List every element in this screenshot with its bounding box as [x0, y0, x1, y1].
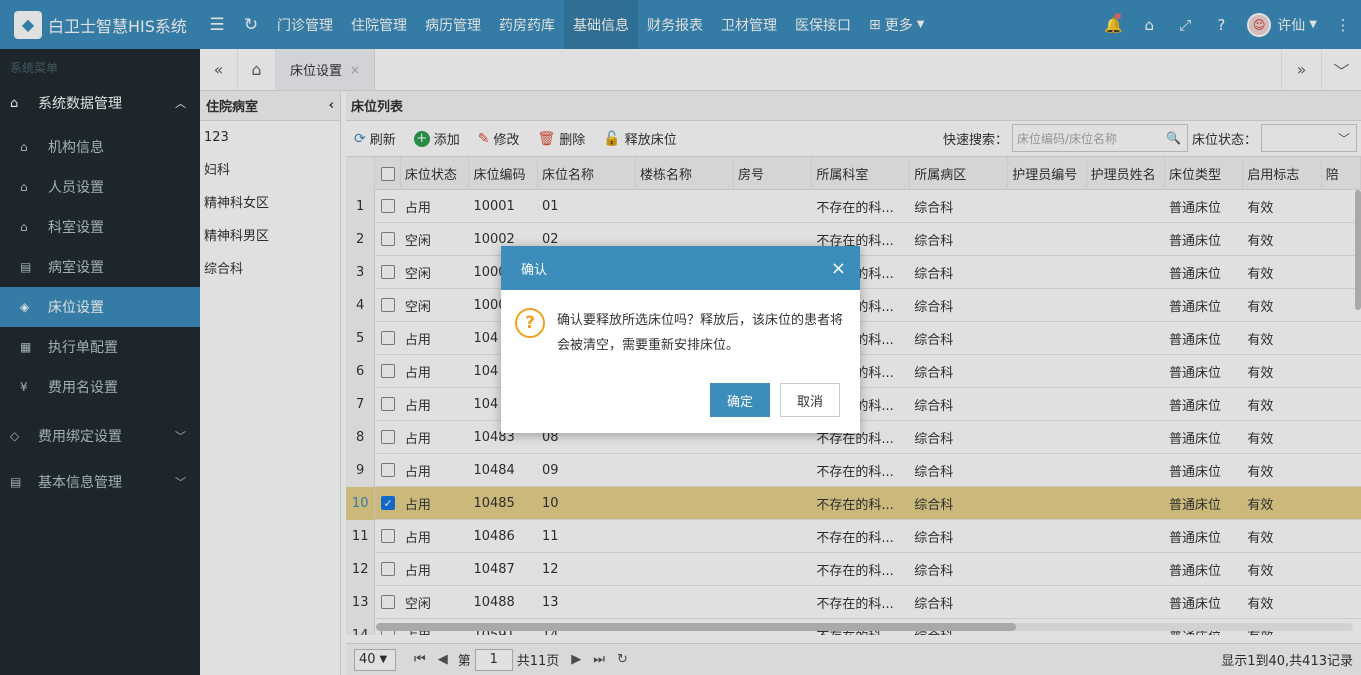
question-icon: ? — [515, 308, 545, 338]
dialog-header: 确认 × — [501, 246, 860, 290]
confirm-button[interactable]: 确定 — [710, 383, 770, 417]
dialog-footer: 确定 取消 — [710, 383, 840, 417]
dialog-body: ? 确认要释放所选床位吗？释放后，该床位的患者将会被清空，需要重新安排床位。 — [501, 290, 860, 358]
dialog-title: 确认 — [521, 262, 548, 278]
dialog-message: 确认要释放所选床位吗？释放后，该床位的患者将会被清空，需要重新安排床位。 — [557, 313, 844, 353]
cancel-button[interactable]: 取消 — [780, 383, 840, 417]
confirm-dialog: 确认 × ? 确认要释放所选床位吗？释放后，该床位的患者将会被清空，需要重新安排… — [501, 246, 860, 433]
close-icon[interactable]: × — [831, 258, 846, 279]
